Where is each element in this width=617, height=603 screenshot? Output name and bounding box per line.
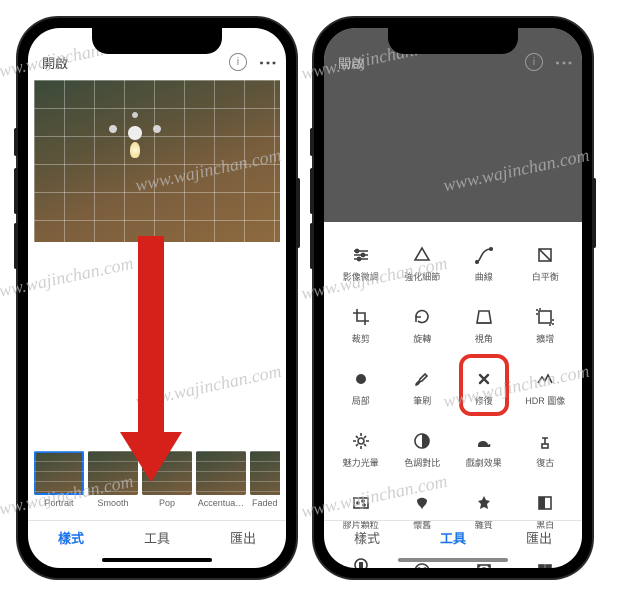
tool-brush[interactable]: 筆刷	[392, 358, 454, 416]
filter-thumb[interactable]: Smooth	[88, 451, 138, 508]
header-open-label[interactable]: 開啟	[42, 53, 68, 72]
tab-export[interactable]: 匯出	[200, 521, 286, 554]
home-indicator[interactable]	[398, 558, 508, 562]
tool-label: 擴增	[536, 332, 554, 345]
tool-label: 色調對比	[404, 456, 440, 469]
tool-label: 曲線	[475, 270, 493, 283]
tune-icon	[350, 244, 372, 266]
filter-strip[interactable]: Portrait Smooth Pop Accentua… Faded Gl… …	[34, 451, 280, 508]
filter-label: Smooth	[88, 498, 138, 508]
selective-icon	[350, 368, 372, 390]
info-icon[interactable]: i	[525, 53, 543, 71]
tool-label: 視角	[475, 332, 493, 345]
heal-icon	[473, 368, 495, 390]
notch	[92, 28, 222, 54]
tool-label: 強化細節	[404, 270, 440, 283]
image-preview[interactable]	[34, 80, 280, 242]
filter-thumb[interactable]: Faded Gl…	[250, 451, 280, 508]
tool-label: 影像微調	[343, 270, 379, 283]
tool-wb[interactable]: 白平衡	[515, 234, 577, 292]
more-icon[interactable]: ⋮	[553, 54, 574, 71]
header-open-label[interactable]: 開啟	[338, 53, 364, 72]
tool-label: 白平衡	[532, 270, 559, 283]
tool-label: 旋轉	[413, 332, 431, 345]
bottom-tabs: 樣式 工具 匯出	[324, 520, 582, 554]
retro-icon	[411, 492, 433, 514]
tool-perspective[interactable]: 視角	[453, 296, 515, 354]
wb-icon	[534, 244, 556, 266]
tool-label: 修復	[475, 394, 493, 407]
glamour-icon	[350, 430, 372, 452]
tab-styles[interactable]: 樣式	[28, 521, 114, 554]
tool-label: 筆刷	[413, 394, 431, 407]
filter-thumb[interactable]: Portrait	[34, 451, 84, 508]
tool-label: 戲劇效果	[466, 456, 502, 469]
tool-curves[interactable]: 曲線	[453, 234, 515, 292]
tool-details[interactable]: 強化細節	[392, 234, 454, 292]
bottom-tabs: 樣式 工具 匯出	[28, 520, 286, 554]
tool-tonal[interactable]: 色調對比	[392, 420, 454, 478]
tool-crop[interactable]: 裁剪	[330, 296, 392, 354]
tool-tune[interactable]: 影像微調	[330, 234, 392, 292]
tool-heal[interactable]: 修復	[453, 358, 515, 416]
tool-drama[interactable]: 戲劇效果	[453, 420, 515, 478]
tool-vintage[interactable]: 復古	[515, 420, 577, 478]
filter-label: Faded Gl…	[250, 498, 280, 508]
tab-export[interactable]: 匯出	[496, 521, 582, 554]
tool-selective[interactable]: 局部	[330, 358, 392, 416]
filter-label: Portrait	[34, 498, 84, 508]
tool-label: 裁剪	[352, 332, 370, 345]
phone-left: 開啟 i ⋮ Portrait Smooth Pop Accentua…	[18, 18, 296, 578]
crop-icon	[350, 306, 372, 328]
more-icon[interactable]: ⋮	[257, 54, 278, 71]
tab-tools[interactable]: 工具	[114, 521, 200, 554]
vintage-icon	[534, 430, 556, 452]
tab-styles[interactable]: 樣式	[324, 521, 410, 554]
grunge-icon	[473, 492, 495, 514]
tonal-icon	[411, 430, 433, 452]
filter-label: Accentua…	[196, 498, 246, 508]
phone-right: 開啟 i ⋮ 影像微調 強化細節 曲線 白平衡裁剪 旋轉 視角 擴增局部 筆刷 修復 HDR 圖像…	[314, 18, 592, 578]
grainy-icon	[350, 492, 372, 514]
more-icon	[534, 560, 556, 568]
tool-rotate[interactable]: 旋轉	[392, 296, 454, 354]
screen-right: 開啟 i ⋮ 影像微調 強化細節 曲線 白平衡裁剪 旋轉 視角 擴增局部 筆刷 修復 HDR 圖像…	[324, 28, 582, 568]
filter-thumb[interactable]: Accentua…	[196, 451, 246, 508]
noir-icon	[350, 554, 372, 569]
tool-label: 局部	[352, 394, 370, 407]
tool-label: 復古	[536, 456, 554, 469]
dim-background	[324, 72, 582, 222]
info-icon[interactable]: i	[229, 53, 247, 71]
tool-glamour[interactable]: 魅力光暈	[330, 420, 392, 478]
tab-tools[interactable]: 工具	[410, 521, 496, 554]
tool-hdr[interactable]: HDR 圖像	[515, 358, 577, 416]
screen-left: 開啟 i ⋮ Portrait Smooth Pop Accentua…	[28, 28, 286, 568]
perspective-icon	[473, 306, 495, 328]
photo	[34, 80, 280, 242]
filter-label: Pop	[142, 498, 192, 508]
brush-icon	[411, 368, 433, 390]
annotation-arrow	[116, 236, 186, 482]
drama-icon	[473, 430, 495, 452]
details-icon	[411, 244, 433, 266]
bw-icon	[534, 492, 556, 514]
home-indicator[interactable]	[102, 558, 212, 562]
hdr-icon	[534, 368, 556, 390]
rotate-icon	[411, 306, 433, 328]
filter-thumb[interactable]: Pop	[142, 451, 192, 508]
expand-icon	[534, 306, 556, 328]
tool-label: HDR 圖像	[525, 394, 565, 407]
tool-expand[interactable]: 擴增	[515, 296, 577, 354]
curves-icon	[473, 244, 495, 266]
tool-label: 魅力光暈	[343, 456, 379, 469]
tools-grid: 影像微調 強化細節 曲線 白平衡裁剪 旋轉 視角 擴增局部 筆刷 修復 HDR 圖像魅力光暈 色調對…	[324, 226, 582, 520]
notch	[388, 28, 518, 54]
